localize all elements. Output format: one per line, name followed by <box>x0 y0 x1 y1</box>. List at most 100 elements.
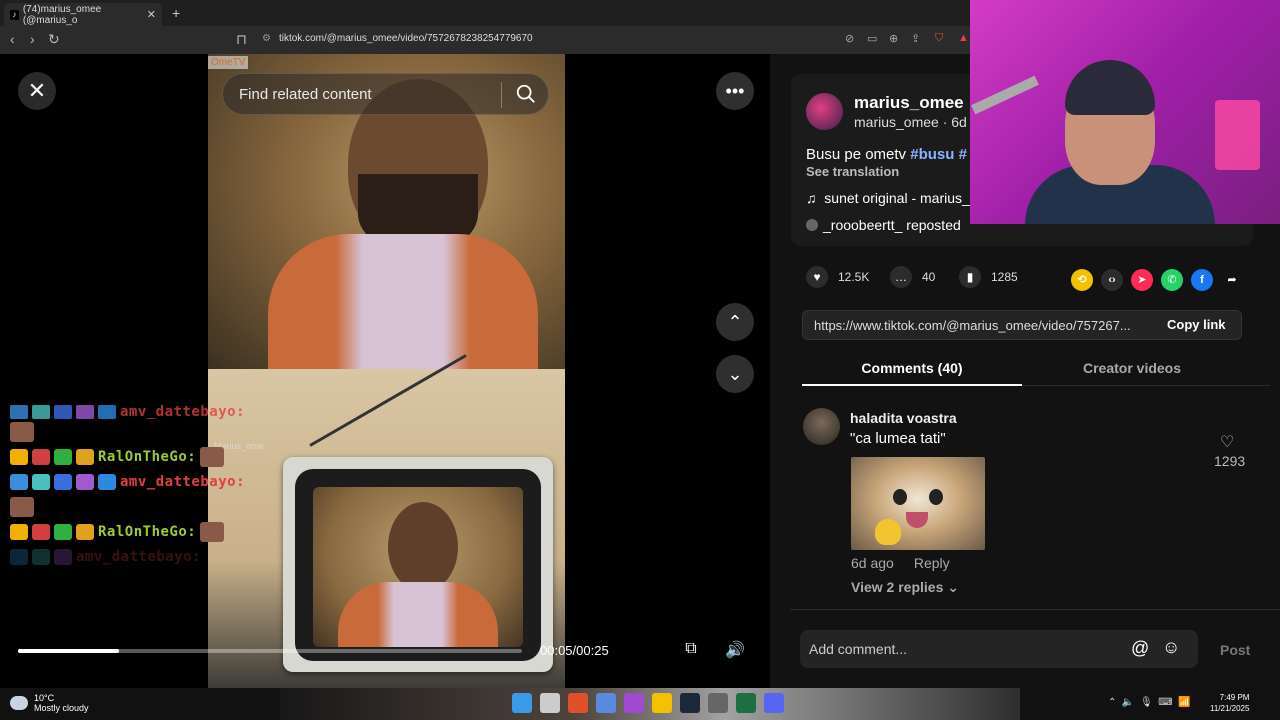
copilot-icon[interactable] <box>596 693 616 713</box>
cast-icon[interactable]: ▭ <box>867 32 877 45</box>
music-note-icon: ♫ <box>806 190 825 206</box>
search-icon[interactable] <box>515 83 537 105</box>
comment-gif-image[interactable] <box>851 457 985 550</box>
repost-text: _rooobeertt_ reposted <box>823 217 961 233</box>
brave-rewards-icon[interactable]: ▲ <box>958 32 969 44</box>
embed-icon[interactable]: ‹› <box>1101 269 1123 291</box>
site-info-icon[interactable]: ⚙ <box>262 33 271 44</box>
url-text: tiktok.com/@marius_omee/video/7572678238… <box>278 33 533 44</box>
save-count: 1285 <box>991 270 1018 284</box>
previous-video-icon[interactable]: ⌃ <box>716 303 754 341</box>
m365-icon[interactable] <box>624 693 644 713</box>
tv-bezel <box>295 469 541 661</box>
repost-share-icon[interactable]: ⟲ <box>1071 269 1093 291</box>
tab-close-icon[interactable]: ✕ <box>147 8 156 21</box>
gift-badge-icon <box>76 405 94 419</box>
gift-badge-icon <box>54 523 72 540</box>
post-comment-button[interactable]: Post <box>1220 642 1250 658</box>
volume-icon[interactable]: 🔊 <box>724 640 746 662</box>
discord-icon[interactable] <box>764 693 784 713</box>
zoom-icon[interactable]: ⊕ <box>889 32 898 45</box>
game-badge-icon <box>54 405 72 419</box>
comment-like-icon[interactable]: ♡ <box>1220 432 1234 452</box>
comment-count: 40 <box>922 270 936 284</box>
send-icon[interactable]: ➤ <box>1131 269 1153 291</box>
start-icon[interactable] <box>512 693 532 713</box>
chat-username: RalOnTheGo: <box>98 523 197 540</box>
save-button[interactable]: ▮ 1285 <box>959 266 1018 288</box>
new-tab-button[interactable]: + <box>172 5 180 21</box>
emoji-icon[interactable]: ☺ <box>1162 637 1180 658</box>
url-field[interactable]: ⚙ tiktok.com/@marius_omee/video/757267823… <box>262 33 533 44</box>
whatsapp-icon[interactable]: ✆ <box>1161 269 1183 291</box>
bits-badge-icon <box>32 548 50 565</box>
back-icon[interactable]: ‹ <box>10 31 15 47</box>
steam-icon[interactable] <box>680 693 700 713</box>
chat-emote <box>200 521 225 542</box>
facebook-icon[interactable]: f <box>1191 269 1213 291</box>
file-explorer-icon[interactable] <box>652 693 672 713</box>
system-tray-icons[interactable]: ⌃ 🔈 🎙 ⌨ 📶 <box>1108 697 1191 708</box>
share-arrow-icon[interactable]: ➦ <box>1221 269 1243 291</box>
obs-icon[interactable] <box>708 693 728 713</box>
commenter-avatar[interactable] <box>803 408 840 445</box>
commenter-name[interactable]: haladita voastra <box>850 410 957 426</box>
person-shirt <box>268 234 538 374</box>
creator-avatar[interactable] <box>806 93 843 130</box>
like-count: 12.5K <box>838 270 870 284</box>
chat-emote-line <box>10 494 270 519</box>
hashtag-link[interactable]: #busu # <box>910 146 967 163</box>
next-video-icon[interactable]: ⌄ <box>716 355 754 393</box>
copy-link-field[interactable]: https://www.tiktok.com/@marius_omee/vide… <box>802 310 1242 340</box>
share-page-icon[interactable]: ⇪ <box>911 32 920 45</box>
clock-time: 7:49 PM <box>1219 693 1250 702</box>
music-link[interactable]: ♫ sunet original - marius_c <box>806 190 977 206</box>
tab-comments[interactable]: Comments (40) <box>802 360 1022 376</box>
gift-badge-icon <box>54 448 72 465</box>
bits-badge-icon <box>32 405 50 419</box>
view-replies-link[interactable]: View 2 replies ⌄ <box>851 579 959 596</box>
brave-shield-icon[interactable]: ⛉ <box>935 32 943 45</box>
reload-icon[interactable]: ↻ <box>48 31 60 48</box>
reposter-avatar <box>806 219 818 231</box>
sub-badge-icon <box>10 405 28 419</box>
task-view-icon[interactable] <box>540 693 560 713</box>
seven-badge-icon <box>76 523 94 540</box>
cat-mouth <box>906 512 928 528</box>
related-search-input[interactable]: Find related content <box>222 73 549 115</box>
video-timecode: 00:05/00:25 <box>540 643 609 658</box>
video-progress-bar[interactable] <box>18 649 522 653</box>
comment-text: "ca lumea tati" <box>850 430 946 447</box>
copy-link-button[interactable]: Copy link <box>1167 317 1226 332</box>
mention-icon[interactable]: @ <box>1131 638 1149 659</box>
more-options-icon[interactable]: ••• <box>716 72 754 110</box>
taskbar-clock[interactable]: 7:49 PM 11/21/2025 <box>1210 692 1249 714</box>
music-title: sunet original - marius_c <box>824 190 977 206</box>
gift-badge-icon <box>54 548 72 565</box>
like-button[interactable]: ♥ 12.5K <box>806 266 869 288</box>
wave-hand-icon <box>875 519 901 545</box>
forward-icon[interactable]: › <box>30 31 35 47</box>
bookmark-icon[interactable]: ⊓ <box>236 31 247 48</box>
streamer-hat <box>1065 60 1155 115</box>
active-tab-indicator <box>802 384 1022 386</box>
comment-button[interactable]: … 40 <box>890 266 935 288</box>
weather-widget[interactable]: 10°C Mostly cloudy <box>10 693 89 713</box>
creator-username[interactable]: marius_omee <box>854 93 964 113</box>
pip-icon[interactable]: ⧉ <box>680 640 702 662</box>
clock-date: 11/21/2025 <box>1210 704 1250 713</box>
excel-icon[interactable] <box>736 693 756 713</box>
close-icon[interactable]: ✕ <box>18 72 56 110</box>
chat-username: amv_dattebayo: <box>120 405 246 419</box>
tab-creator-videos[interactable]: Creator videos <box>1022 360 1242 376</box>
video-frame[interactable]: OmeTV Marius_ome <box>208 54 565 688</box>
see-translation-link[interactable]: See translation <box>806 164 899 179</box>
add-comment-input[interactable]: Add comment... @ ☺ <box>800 630 1198 668</box>
hat-badge-icon <box>32 448 50 465</box>
brave-icon[interactable] <box>568 693 588 713</box>
browser-tab[interactable]: ♪ (74)marius_omee (@marius_o ✕ <box>4 3 162 26</box>
microphone-arm <box>971 75 1039 115</box>
extension-icon[interactable]: ⊘ <box>845 32 854 45</box>
gift-badge-icon <box>76 473 94 490</box>
reply-button[interactable]: Reply <box>914 555 950 571</box>
